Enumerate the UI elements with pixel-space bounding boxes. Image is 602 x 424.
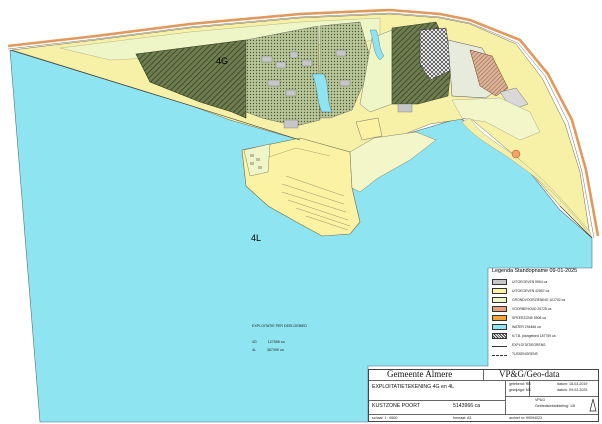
location-name: KUSTZONE POORT <box>372 403 421 409</box>
summary-title: EXPLOITATIE PER DEELGEBIED <box>252 324 307 328</box>
department: VP&G/Geo-data <box>499 369 560 379</box>
legend-item-label: TUSSENGRENS <box>512 352 538 356</box>
legend-swatch <box>492 297 507 303</box>
summary-row-label: 4G <box>252 340 257 344</box>
summary-row-value: 127555 ca <box>267 340 285 344</box>
summary-row: 4L 387399 ca <box>252 348 284 352</box>
legend-item-label: N.T.B. plangebied 187759 ca <box>512 334 556 338</box>
meta-modified-date: datum: 09-02-2025 <box>557 388 588 392</box>
legend-item: SPEERZONE 5908 ca <box>492 314 546 322</box>
legend-item-label: EXPLOITATIEGRENS <box>512 343 546 347</box>
legend-item: VOORBEHOUD 26728 ca <box>492 305 551 313</box>
legend-item-label: GRONDVOORZIENING 101702 ca <box>512 298 566 302</box>
legend-item-label: SPEERZONE 5908 ca <box>512 316 546 320</box>
title-block: Gemeente Almere VP&G/Geo-data EXPLOITATI… <box>368 369 599 422</box>
meta-modified: gewijzigd: MK <box>509 388 532 392</box>
legend-item: TUSSENGRENS <box>492 350 538 358</box>
legend-item-label: WATER 294466 ca <box>512 325 541 329</box>
org-name: Gemeente Almere <box>387 369 453 379</box>
meta-drawn-date: datum: 18-03-2019 <box>557 382 588 386</box>
legend-swatch <box>492 324 507 330</box>
legend-item-label: VOORBEHOUD 26728 ca <box>512 307 552 311</box>
legend-swatch <box>492 306 507 312</box>
north-arrow-icon <box>589 398 597 412</box>
archive-field: archief nr: 99094023 <box>509 416 542 420</box>
legend: Legenda Standopname 09-01-2025 UITGEGEVE… <box>488 268 600 366</box>
legend-swatch-hatch <box>492 333 507 339</box>
unit-line-1: VP&G <box>535 398 545 402</box>
legend-item: N.T.B. plangebied 187759 ca <box>492 332 556 340</box>
area-total: 5143966 ca <box>453 403 481 409</box>
legend-item: WATER 294466 ca <box>492 323 541 331</box>
legend-swatch <box>492 288 507 294</box>
unit-line-2: Gebiedsontwikkeling: 1/8 <box>535 404 575 408</box>
legend-swatch <box>492 315 507 321</box>
legend-swatch <box>492 279 507 285</box>
legend-item: UITGEGEVEN 42857 ca <box>492 287 549 295</box>
legend-title: Legenda Standopname 09-01-2025 <box>492 268 578 274</box>
area-label-4l: 4L <box>251 233 262 243</box>
legend-item: GRONDVOORZIENING 101702 ca <box>492 296 565 304</box>
summary-row-label: 4L <box>252 348 256 352</box>
scale-field: schaal 1 : 6500 <box>372 416 398 420</box>
legend-item: UITGEGEVEN 5964 ca <box>492 278 547 286</box>
meta-drawn: getekend: RB <box>509 382 531 386</box>
legend-item-label: UITGEGEVEN 42857 ca <box>512 289 550 293</box>
legend-swatch-line <box>492 355 507 356</box>
legend-swatch-line <box>492 346 507 347</box>
area-label-4g: 4G <box>216 56 229 66</box>
drawing-title: EXPLOITATIETEKENING 4G en 4L <box>372 384 454 390</box>
summary-row: 4G 127555 ca <box>252 340 285 344</box>
format-field: formaat: A3 <box>453 416 472 420</box>
legend-item: EXPLOITATIEGRENS <box>492 341 545 349</box>
legend-item-label: UITGEGEVEN 5964 ca <box>512 280 548 284</box>
summary-row-value: 387399 ca <box>266 348 284 352</box>
